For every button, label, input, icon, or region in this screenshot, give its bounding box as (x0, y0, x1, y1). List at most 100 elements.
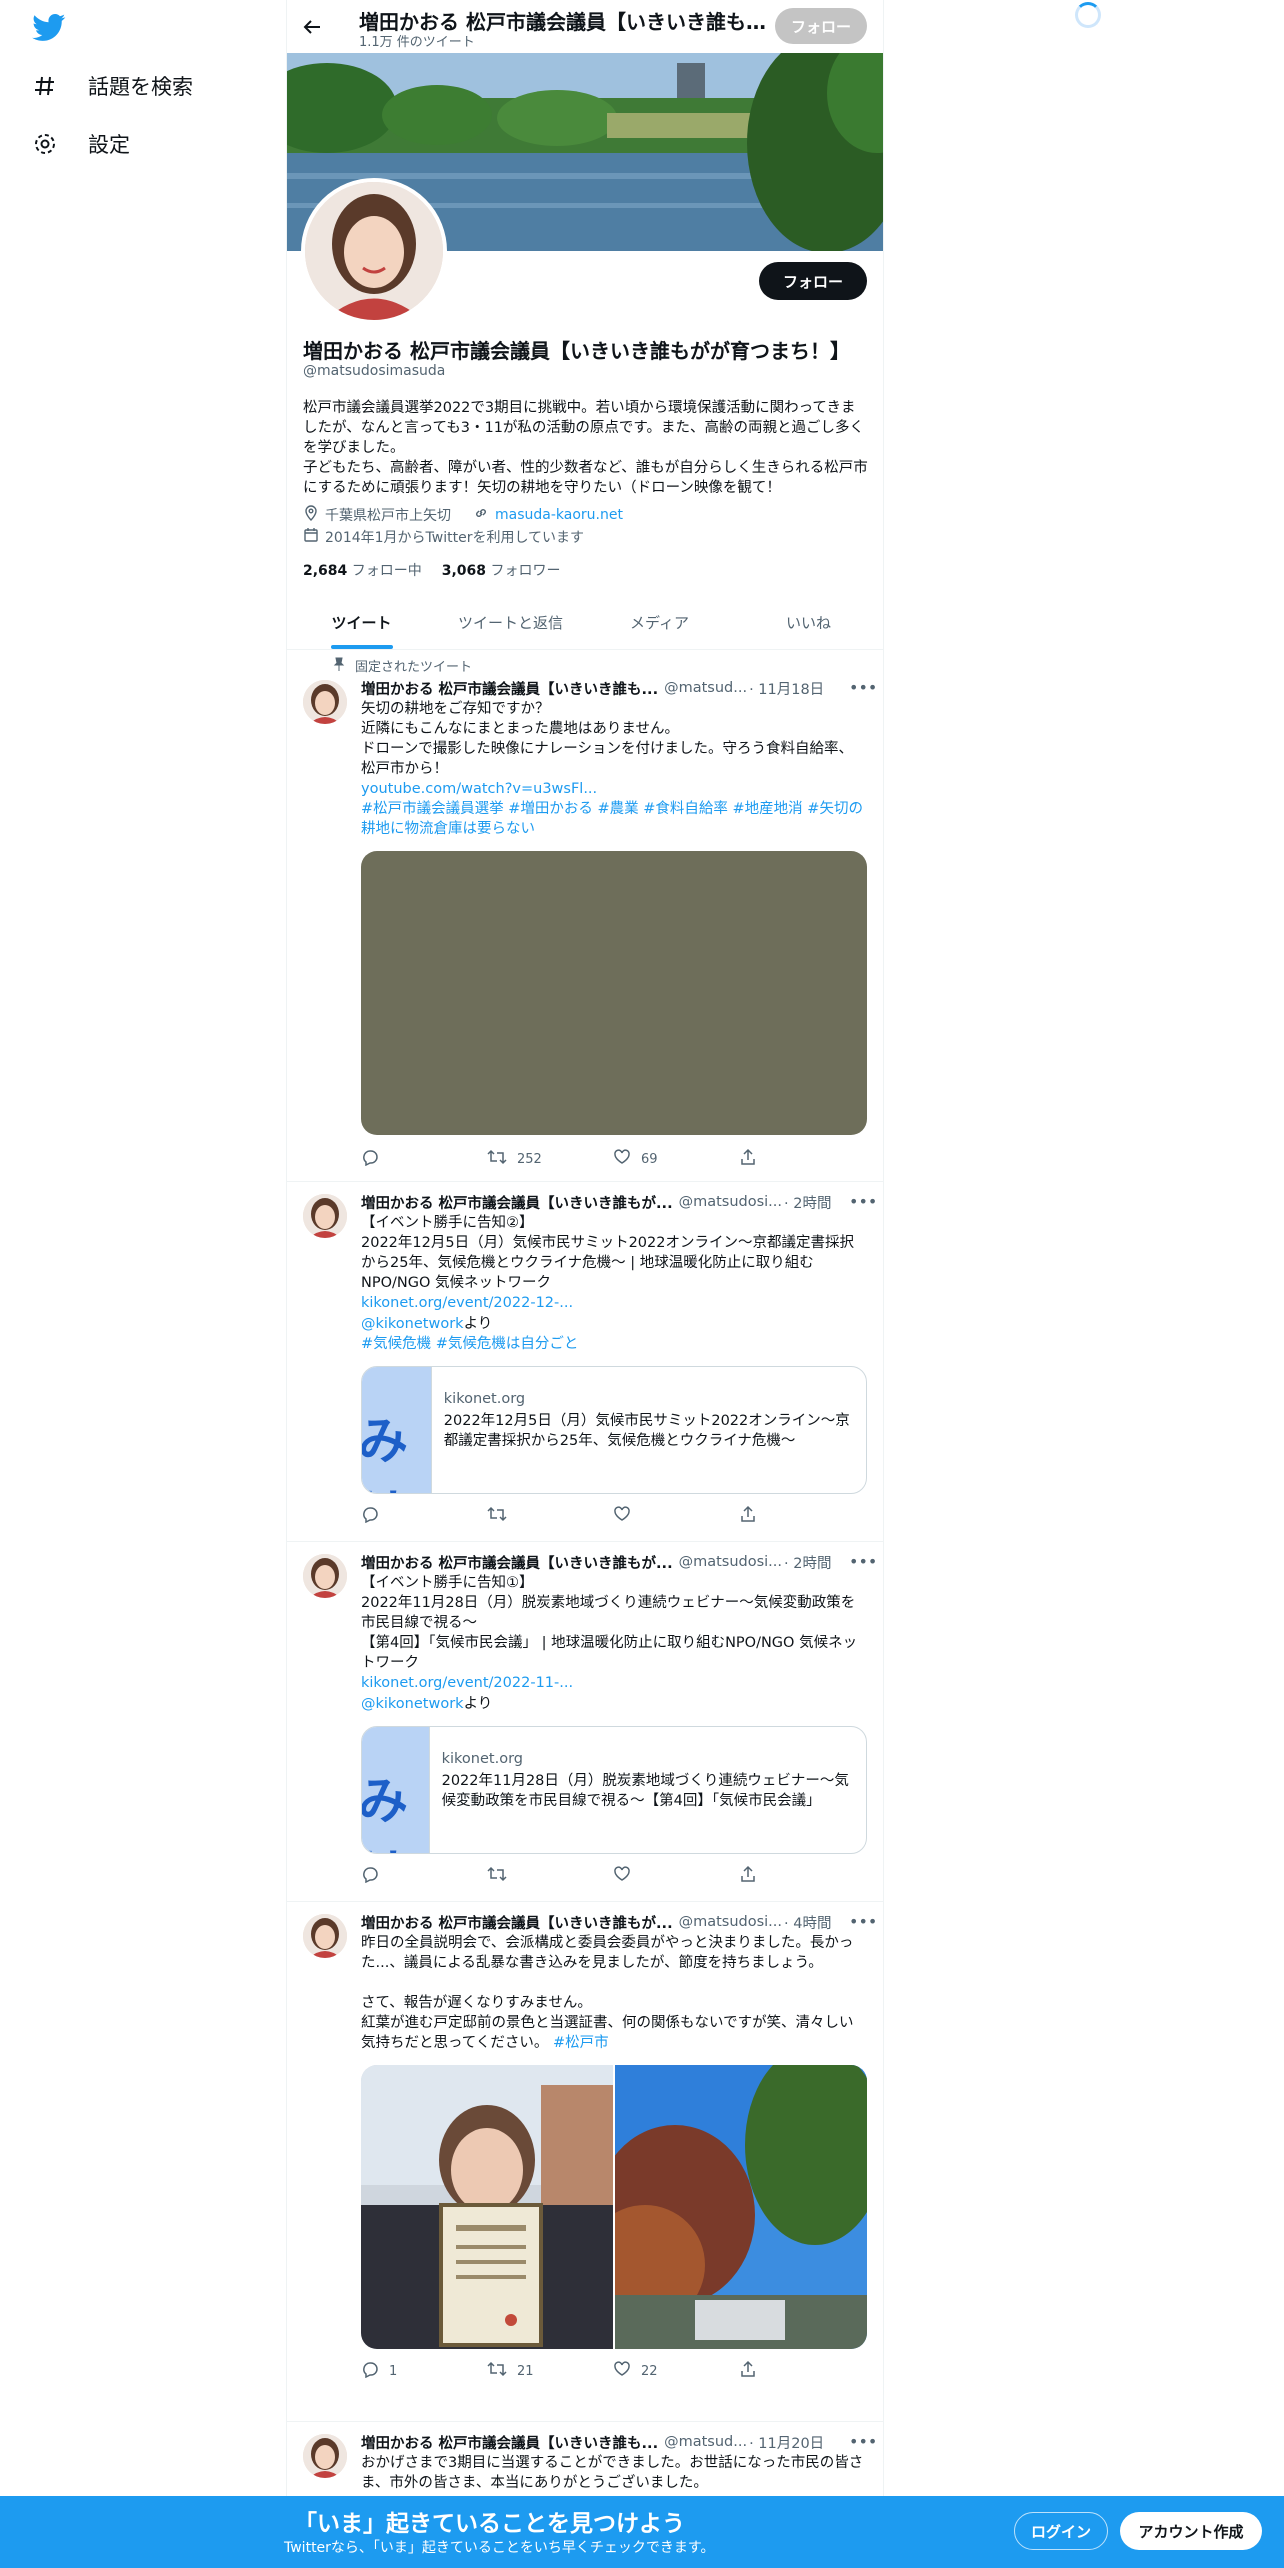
tweet-link[interactable]: kikonet.org/event/2022-12-... (361, 1293, 867, 1313)
card-thumb-text: みはこち (362, 1772, 408, 1853)
tweet-author-handle[interactable]: @matsudosi... (679, 1554, 782, 1570)
signup-banner: 「いま」起きていることを見つけよう Twitterなら、「いま」起きていることを… (0, 2496, 1284, 2568)
retweet-button[interactable] (487, 1506, 613, 1526)
tweet-actions (361, 1865, 867, 1887)
retweet-icon (487, 1148, 507, 1170)
reply-button[interactable] (361, 1149, 487, 1169)
tab-likes[interactable]: いいね (734, 595, 883, 649)
tweet-hashtag[interactable]: #松戸市 (553, 2035, 609, 2051)
profile-website-link[interactable]: masuda-kaoru.net (495, 507, 623, 523)
tweet-hashtags[interactable]: #松戸市議会議員選挙 #増田かおる #農業 #食料自給率 #地産地消 #矢切の耕… (361, 799, 867, 839)
signup-button[interactable]: アカウント作成 (1120, 2512, 1262, 2550)
share-button[interactable] (739, 1148, 865, 1170)
tweet-author-handle[interactable]: @matsud... (664, 680, 747, 696)
sidebar-item-explore[interactable]: 話題を検索 (30, 58, 193, 114)
tweet-video[interactable] (361, 851, 867, 1135)
tweet-actions (361, 1505, 867, 1526)
tweet-actions: 1 21 22 (361, 2360, 867, 2382)
like-button[interactable] (613, 1506, 739, 1526)
like-button[interactable]: 69 (613, 1149, 739, 1169)
retweet-button[interactable]: 21 (487, 2361, 613, 2381)
tweet-pinned[interactable]: 固定されたツイート ••• 増田かおる 松戸市議会議員【いきいき誰も... @m… (287, 650, 883, 1182)
followers-link[interactable]: 3,068 フォロワー (442, 560, 561, 580)
profile-avatar[interactable] (301, 178, 447, 324)
tweet-link[interactable]: kikonet.org/event/2022-11-... (361, 1673, 867, 1693)
share-icon (739, 1148, 757, 1170)
retweet-icon (487, 2360, 507, 2382)
tweet-item[interactable]: ••• 増田かおる 松戸市議会議員【いきいき誰もが... @matsudosi.… (287, 1902, 883, 2422)
tweet-author-name[interactable]: 増田かおる 松戸市議会議員【いきいき誰もが... (361, 1552, 673, 1573)
tweet-author-name[interactable]: 増田かおる 松戸市議会議員【いきいき誰もが... (361, 1192, 673, 1213)
tweet-mention[interactable]: @kikonetwork (361, 1696, 464, 1712)
retweet-icon (487, 1865, 507, 1887)
follow-button[interactable]: フォロー (759, 262, 867, 300)
tweet-avatar[interactable] (303, 2434, 347, 2478)
retweet-count: 252 (517, 1151, 542, 1167)
tweet-author-handle[interactable]: @matsud... (664, 2434, 747, 2450)
tweet-time[interactable]: · 11月20日 (749, 2432, 824, 2453)
followers-label: フォロワー (490, 563, 561, 579)
tweet-item[interactable]: ••• 増田かおる 松戸市議会議員【いきいき誰もが... @matsudosi.… (287, 1182, 883, 1542)
hashtag-icon (30, 71, 60, 101)
card-domain: kikonet.org (443, 1391, 526, 1407)
like-button[interactable]: 22 (613, 2361, 739, 2381)
tweet-item[interactable]: ••• 増田かおる 松戸市議会議員【いきいき誰もが... @matsudosi.… (287, 1542, 883, 1902)
reply-icon (361, 1148, 379, 1170)
reply-icon (361, 1865, 379, 1887)
link-card[interactable]: みはこち kikonet.org 2022年12月5日（月）気候市民サミット20… (361, 1366, 867, 1494)
back-arrow-icon[interactable] (297, 12, 327, 42)
tweet-author-handle[interactable]: @matsudosi... (679, 1194, 782, 1210)
card-thumb-text: みはこち (362, 1412, 408, 1493)
reply-button[interactable] (361, 1866, 487, 1886)
tweet-author-handle[interactable]: @matsudosi... (679, 1914, 782, 1930)
tab-tweets-replies[interactable]: ツイートと返信 (436, 595, 585, 649)
profile-joined: 2014年1月からTwitterを利用しています (325, 530, 585, 546)
share-icon (739, 1865, 757, 1887)
reply-count: 1 (389, 2363, 398, 2379)
tweet-avatar[interactable] (303, 1554, 347, 1598)
tweet-mention[interactable]: @kikonetwork (361, 1316, 464, 1332)
heart-icon (613, 2360, 631, 2382)
retweet-button[interactable]: 252 (487, 1149, 613, 1169)
profile-handle: @matsudosimasuda (303, 363, 446, 379)
profile-name: 増田かおる 松戸市議会議員【いきいき誰もがが育つまち！】 (303, 339, 850, 363)
share-button[interactable] (739, 1505, 865, 1526)
tweet-time[interactable]: · 11月18日 (749, 678, 824, 699)
tweet-avatar[interactable] (303, 1194, 347, 1238)
share-icon (739, 2360, 757, 2382)
tab-media[interactable]: メディア (585, 595, 734, 649)
tweet-photo[interactable] (361, 2065, 613, 2349)
location-pin-icon (303, 505, 319, 525)
card-title: 2022年11月28日（月）脱炭素地域づくり連続ウェビナー〜気候変動政策を市民目… (441, 1773, 849, 1809)
tweet-photo[interactable] (585, 2065, 867, 2349)
tab-tweets[interactable]: ツイート (287, 595, 436, 649)
tweet-text: 【イベント勝手に告知①】 2022年11月28日（月）脱炭素地域づくり連続ウェビ… (361, 1575, 858, 1671)
tweet-hashtags[interactable]: #気候危機 #気候危機は自分ごと (361, 1334, 867, 1354)
retweet-icon (487, 1505, 507, 1527)
retweet-button[interactable] (487, 1866, 613, 1886)
following-link[interactable]: 2,684 フォロー中 (303, 560, 422, 580)
sidebar-item-settings[interactable]: 設定 (30, 116, 130, 172)
followers-count: 3,068 (441, 563, 487, 579)
reply-button[interactable]: 1 (361, 2361, 487, 2381)
link-card[interactable]: みはこち kikonet.org 2022年11月28日（月）脱炭素地域づくり連… (361, 1726, 867, 1854)
tweet-author-name[interactable]: 増田かおる 松戸市議会議員【いきいき誰も... (361, 678, 658, 699)
tweet-avatar[interactable] (303, 680, 347, 724)
tweet-author-name[interactable]: 増田かおる 松戸市議会議員【いきいき誰も... (361, 2432, 658, 2453)
tweet-time[interactable]: · 2時間 (784, 1552, 831, 1573)
link-card-thumbnail: みはこち (362, 1727, 430, 1853)
tweet-author-name[interactable]: 増田かおる 松戸市議会議員【いきいき誰もが... (361, 1912, 673, 1933)
reply-button[interactable] (361, 1506, 487, 1526)
header-follow-button[interactable]: フォロー (775, 8, 867, 44)
twitter-logo-icon[interactable] (32, 14, 66, 42)
tweet-time[interactable]: · 2時間 (784, 1192, 831, 1213)
like-button[interactable] (613, 1866, 739, 1886)
login-button[interactable]: ログイン (1014, 2512, 1108, 2550)
tweet-time[interactable]: · 4時間 (784, 1912, 831, 1933)
share-button[interactable] (739, 1865, 865, 1887)
tweet-link[interactable]: youtube.com/watch?v=u3wsFl... (361, 779, 867, 799)
tweet-avatar[interactable] (303, 1914, 347, 1958)
following-count: 2,684 (303, 563, 348, 579)
share-button[interactable] (739, 2360, 865, 2382)
following-label: フォロー中 (351, 563, 422, 579)
